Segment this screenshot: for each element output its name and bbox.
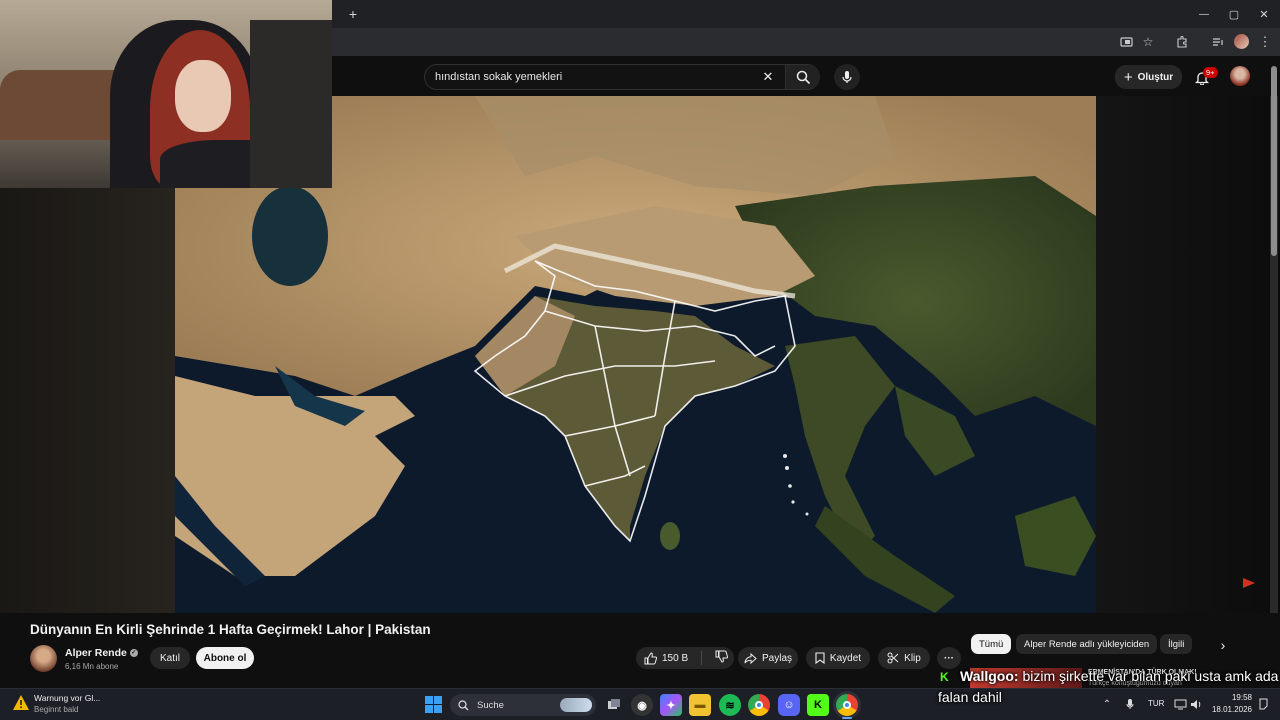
subscribe-button[interactable]: Abone ol: [196, 647, 254, 669]
notification-subtitle: Beginnt bald: [34, 705, 79, 714]
like-dislike-group: 150 B: [636, 647, 734, 669]
chip-from-uploader[interactable]: Alper Rende adlı yükleyiciden: [1016, 634, 1158, 654]
cast-icon[interactable]: [1118, 34, 1134, 50]
microphone-tray-icon[interactable]: [1123, 697, 1137, 711]
save-label: Kaydet: [829, 652, 862, 664]
kick-logo-icon: K: [940, 670, 949, 684]
channel-avatar[interactable]: [30, 645, 57, 672]
browser-menu-icon[interactable]: ⋮: [1258, 34, 1272, 50]
like-count: 150 B: [662, 652, 689, 664]
obs-icon[interactable]: ◉: [631, 694, 653, 716]
plus-icon: +: [1123, 68, 1133, 86]
volume-icon[interactable]: [1189, 697, 1203, 711]
subscriber-count: 6,16 Mn abone: [65, 662, 119, 671]
copilot-icon[interactable]: ✦: [660, 694, 682, 716]
taskbar-search[interactable]: Suche: [450, 694, 596, 716]
chat-message: Wallgoo: bizim şirkette var bilan paki u…: [960, 668, 1278, 684]
close-window-button[interactable]: ✕: [1254, 4, 1274, 24]
notification-center-icon[interactable]: [1256, 697, 1270, 711]
share-icon: [744, 652, 757, 664]
more-actions-button[interactable]: ···: [937, 647, 961, 669]
more-icon: ···: [944, 652, 954, 664]
tray-overflow-icon[interactable]: ⌃: [1100, 697, 1114, 711]
chrome-active-icon[interactable]: [836, 694, 858, 716]
subscribe-label: Abone ol: [203, 652, 247, 664]
search-icon: [796, 70, 810, 84]
bookmark-star-icon[interactable]: ☆: [1140, 34, 1156, 50]
scissors-icon: [887, 652, 899, 664]
bookmark-icon: [815, 652, 825, 664]
profile-avatar[interactable]: [1234, 34, 1249, 49]
warning-icon[interactable]: [12, 694, 30, 712]
search-box[interactable]: hındıstan sokak yemekleri ✕: [424, 64, 820, 90]
chrome-icon[interactable]: [748, 694, 770, 716]
kick-app-icon[interactable]: K: [807, 694, 829, 716]
taskbar-search-label: Suche: [477, 699, 504, 711]
chat-username: Wallgoo:: [960, 668, 1019, 684]
divider: [701, 651, 703, 665]
dislike-button[interactable]: [715, 650, 729, 666]
chat-text-continued: falan dahil: [938, 689, 1002, 705]
chevron-right-icon[interactable]: ›: [1214, 636, 1232, 654]
create-button[interactable]: + Oluştur: [1115, 65, 1182, 89]
search-icon: [458, 699, 469, 710]
active-app-indicator: [842, 717, 852, 719]
verified-icon: ✓: [129, 649, 138, 658]
minimize-button[interactable]: —: [1194, 4, 1214, 24]
scrollbar-thumb[interactable]: [1271, 66, 1277, 256]
clock-time[interactable]: 19:58: [1206, 693, 1252, 702]
channel-name[interactable]: Alper Rende ✓: [65, 647, 138, 659]
extensions-icon[interactable]: [1174, 34, 1190, 50]
video-side-shade: [1096, 96, 1280, 613]
file-explorer-icon[interactable]: ▬: [689, 694, 711, 716]
notification-title[interactable]: Warnung vor Gl...: [34, 693, 100, 703]
save-button[interactable]: Kaydet: [806, 647, 870, 669]
language-indicator[interactable]: TUR: [1148, 699, 1164, 708]
join-button[interactable]: Katıl: [150, 647, 190, 669]
chat-text: bizim şirkette var bilan paki usta amk a…: [1022, 668, 1279, 684]
account-avatar[interactable]: [1230, 66, 1250, 86]
chip-all[interactable]: Tümü: [971, 634, 1012, 654]
search-highlight-icon: [560, 698, 592, 712]
join-label: Katıl: [159, 652, 180, 664]
clock-date[interactable]: 18.01.2026: [1206, 705, 1252, 714]
new-tab-button[interactable]: +: [344, 5, 362, 23]
windows-taskbar: Warnung vor Gl... Beginnt bald Suche ◉ ✦…: [0, 688, 1280, 720]
microphone-icon: [842, 71, 852, 83]
discord-icon[interactable]: ☺: [778, 694, 800, 716]
maximize-button[interactable]: ▢: [1224, 4, 1244, 24]
share-button[interactable]: Paylaş: [738, 647, 798, 669]
voice-search-button[interactable]: [834, 64, 860, 90]
create-label: Oluştur: [1137, 71, 1174, 83]
like-button[interactable]: 150 B: [644, 651, 689, 665]
notification-badge: 9+: [1203, 67, 1218, 78]
clear-search-icon[interactable]: ✕: [761, 69, 775, 84]
video-title: Dünyanın En Kirli Şehrinde 1 Hafta Geçir…: [30, 622, 431, 637]
media-control-icon[interactable]: [1210, 34, 1226, 50]
spotify-icon[interactable]: ≋: [719, 694, 741, 716]
network-icon[interactable]: [1173, 697, 1187, 711]
clip-label: Klip: [904, 652, 921, 664]
windows-start-icon[interactable]: [425, 696, 442, 713]
search-button[interactable]: [785, 65, 820, 89]
share-label: Paylaş: [761, 652, 792, 664]
chip-related[interactable]: İlgili: [1160, 634, 1193, 654]
webcam-overlay: [0, 0, 332, 188]
search-input[interactable]: hındıstan sokak yemekleri: [435, 71, 562, 83]
clip-button[interactable]: Klip: [878, 647, 930, 669]
channel-watermark-icon[interactable]: [1242, 576, 1256, 588]
video-side-shade-left: [0, 188, 175, 613]
thumbs-up-icon: [644, 651, 657, 664]
thumbs-down-icon: [715, 650, 729, 663]
task-view-icon[interactable]: [603, 694, 625, 716]
